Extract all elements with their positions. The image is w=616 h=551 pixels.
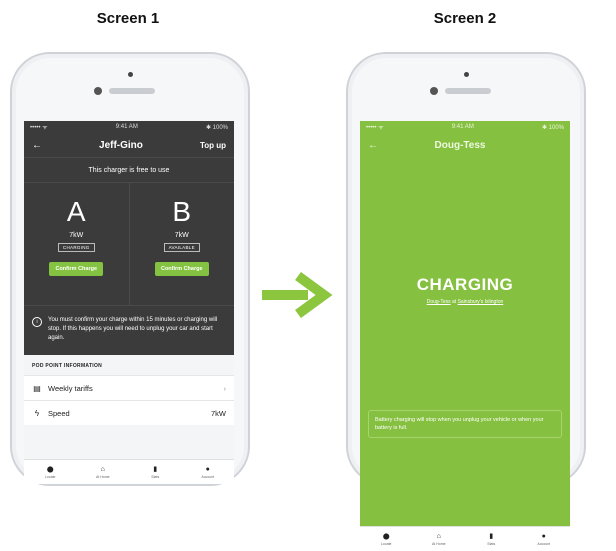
at-word: at <box>452 299 457 305</box>
sockets-panel: A 7kW CHARGING Confirm Charge B 7kW AVAI… <box>24 183 234 305</box>
free-banner: This charger is free to use <box>24 157 234 183</box>
status-bar: ••••• ᯤ 9:41 AM ✱ 100% <box>360 121 570 133</box>
status-time: 9:41 AM <box>451 124 474 130</box>
status-time: 9:41 AM <box>115 124 138 130</box>
tab-account[interactable]: ● Account <box>182 460 235 484</box>
tab-label: At Home <box>431 541 446 546</box>
status-badge: CHARGING <box>57 243 95 252</box>
tab-locate[interactable]: ⬤ Locate <box>360 527 413 551</box>
socket-a: A 7kW CHARGING Confirm Charge <box>24 183 129 305</box>
lightning-icon: ϟ <box>34 408 40 418</box>
weekly-tariffs-row[interactable]: ▤ Weekly tariffs › <box>24 375 234 400</box>
row-label: Speed <box>48 408 70 418</box>
stats-icon: ▮ <box>489 533 494 540</box>
nav-title: Doug-Tess <box>434 139 486 151</box>
tab-label: Stats <box>151 475 160 479</box>
proximity-sensor <box>430 87 438 95</box>
tab-label: Account <box>537 541 551 546</box>
tab-label: Account <box>201 474 215 479</box>
notice-text: You must confirm your charge within 15 m… <box>48 317 218 341</box>
back-arrow-icon[interactable]: ← <box>368 140 378 151</box>
tab-label: At Home <box>95 474 110 479</box>
row-label: Weekly tariffs <box>48 383 93 393</box>
front-camera <box>464 72 469 77</box>
nav-bar: ← Jeff-Gino Top up <box>24 133 234 157</box>
charging-status: CHARGING Doug-Tess at Sainsbury's Isling… <box>360 275 570 305</box>
section-title: POD POINT INFORMATION <box>32 363 103 369</box>
tab-at-home[interactable]: ⌂ At Home <box>413 527 466 551</box>
location-link[interactable]: Sainsbury's Islington <box>458 299 504 305</box>
charging-title: CHARGING <box>416 275 514 294</box>
tab-bar: ⬤ Locate ⌂ At Home ▮ Stats ● Account <box>360 526 570 551</box>
battery-indicator: ✱ 100% <box>541 124 564 131</box>
screen-2-display: ••••• ᯤ 9:41 AM ✱ 100% ← Doug-Tess CHARG… <box>360 121 570 551</box>
confirm-charge-button-a[interactable]: Confirm Charge <box>49 262 104 276</box>
status-badge: AVAILABLE <box>163 243 200 252</box>
row-value: 7kW <box>211 408 226 418</box>
tab-account[interactable]: ● Account <box>518 527 571 551</box>
location-pin-icon: ⬤ <box>382 533 390 540</box>
account-icon: ● <box>541 532 546 540</box>
back-arrow-icon[interactable]: ← <box>32 140 42 151</box>
chevron-right-icon: › <box>223 383 227 393</box>
socket-b: B 7kW AVAILABLE Confirm Charge <box>128 183 235 305</box>
nav-title: Jeff-Gino <box>99 139 143 151</box>
battery-indicator: ✱ 100% <box>205 124 228 131</box>
tab-label: Locate <box>44 474 56 479</box>
top-up-button[interactable]: Top up <box>200 141 226 150</box>
signal-indicator: ••••• ᯤ <box>366 125 384 131</box>
phone-frame-2: ••••• ᯤ 9:41 AM ✱ 100% ← Doug-Tess CHARG… <box>346 52 586 551</box>
screen-2-heading: Screen 2 <box>433 10 497 27</box>
socket-letter: B <box>172 196 192 227</box>
home-icon: ⌂ <box>436 532 441 540</box>
tab-at-home[interactable]: ⌂ At Home <box>77 460 130 484</box>
stats-icon: ▮ <box>153 466 158 473</box>
socket-power: 7kW <box>174 232 189 239</box>
socket-power: 7kW <box>69 232 84 239</box>
tab-stats[interactable]: ▮ Stats <box>465 527 518 551</box>
charging-location: Doug-Tess at Sainsbury's Islington <box>360 299 570 305</box>
tab-label: Stats <box>487 542 496 546</box>
front-camera <box>128 72 133 77</box>
document-icon: ▤ <box>33 383 41 393</box>
confirm-notice: i You must confirm your charge within 15… <box>24 305 234 355</box>
status-bar: ••••• ᯤ 9:41 AM ✱ 100% <box>24 121 234 133</box>
speed-row: ϟ Speed 7kW <box>24 400 234 425</box>
transition-arrow-icon <box>262 272 333 318</box>
home-icon: ⌂ <box>100 465 105 473</box>
confirm-charge-button-b[interactable]: Confirm Charge <box>154 262 209 276</box>
tab-bar: ⬤ Locate ⌂ At Home ▮ Stats ● Account <box>24 459 234 484</box>
location-pin-icon: ⬤ <box>46 466 54 473</box>
info-icon: i <box>32 317 42 327</box>
phone-frame-1: ••••• ᯤ 9:41 AM ✱ 100% ← Jeff-Gino Top u… <box>10 52 250 486</box>
battery-info-box: Battery charging will stop when you unpl… <box>368 410 562 438</box>
tab-locate[interactable]: ⬤ Locate <box>24 460 77 484</box>
charger-link[interactable]: Doug-Tess <box>427 299 451 305</box>
account-icon: ● <box>205 465 210 473</box>
screen-1-heading: Screen 1 <box>96 10 160 27</box>
signal-indicator: ••••• ᯤ <box>30 125 48 131</box>
socket-letter: A <box>66 196 86 227</box>
speaker-grille <box>109 88 155 94</box>
proximity-sensor <box>94 87 102 95</box>
speaker-grille <box>445 88 491 94</box>
tab-stats[interactable]: ▮ Stats <box>129 460 182 484</box>
tab-label: Locate <box>380 541 392 546</box>
screen-1-display: ••••• ᯤ 9:41 AM ✱ 100% ← Jeff-Gino Top u… <box>24 121 234 484</box>
nav-bar: ← Doug-Tess <box>360 133 570 157</box>
